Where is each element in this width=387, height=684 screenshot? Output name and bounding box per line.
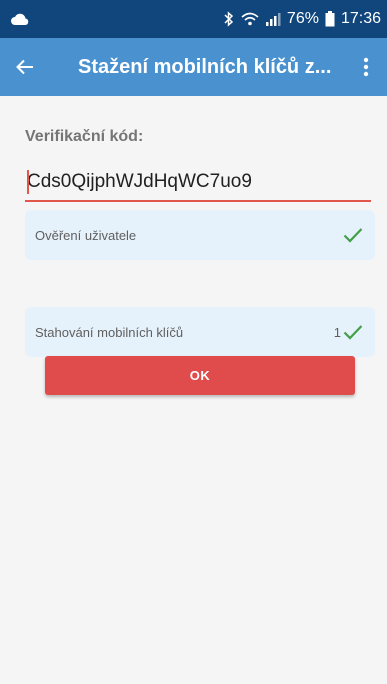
check-icon xyxy=(343,324,363,340)
verification-code-label: Verifikační kód: xyxy=(25,128,144,145)
step-user-verification: Ověření uživatele xyxy=(25,210,375,260)
step-label: Ověření uživatele xyxy=(35,227,137,243)
content: Verifikační kód: Ověření uživatele Staho… xyxy=(0,96,387,684)
bluetooth-icon xyxy=(223,11,235,27)
arrow-left-icon xyxy=(16,59,34,75)
more-vert-icon xyxy=(363,57,369,77)
status-right: 76% 17:36 xyxy=(223,10,381,28)
status-bar: 76% 17:36 xyxy=(0,0,387,38)
step-key-download: Stahování mobilních klíčů 1 xyxy=(25,307,375,357)
signal-icon xyxy=(265,12,281,26)
battery-icon xyxy=(325,11,335,27)
status-left xyxy=(10,12,30,26)
wifi-icon xyxy=(241,11,259,27)
battery-percent: 76% xyxy=(286,10,319,27)
screen: 76% 17:36 Stažení mobilních klíčů z... V… xyxy=(0,0,387,684)
step-label: Stahování mobilních klíčů xyxy=(35,324,184,340)
text-caret xyxy=(27,170,29,194)
overflow-menu-button[interactable] xyxy=(349,38,383,96)
back-button[interactable] xyxy=(0,38,50,96)
step-count: 1 xyxy=(333,324,341,340)
app-bar: Stažení mobilních klíčů z... xyxy=(0,38,387,96)
cloud-icon xyxy=(10,12,30,26)
check-icon xyxy=(343,227,363,243)
page-title: Stažení mobilních klíčů z... xyxy=(78,55,332,78)
clock: 17:36 xyxy=(340,10,381,27)
ok-button[interactable]: OK xyxy=(45,356,355,395)
verification-code-input[interactable] xyxy=(25,168,371,202)
